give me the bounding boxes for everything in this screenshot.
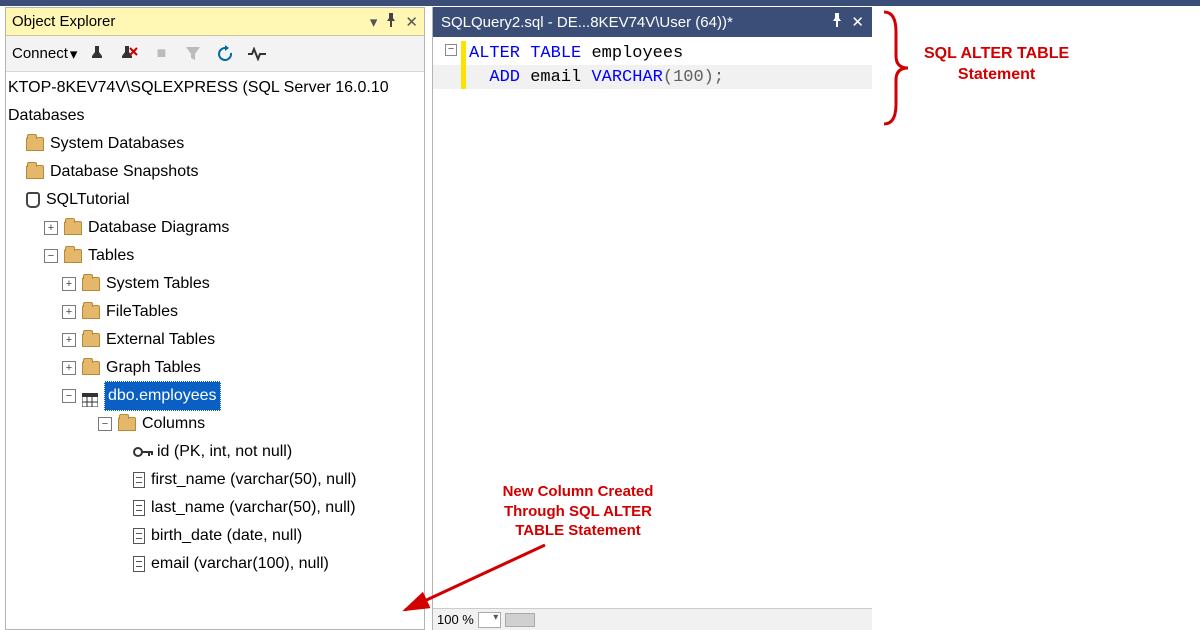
disconnect-icon[interactable] <box>117 46 141 62</box>
sqltutorial-db-node[interactable]: SQLTutorial <box>8 186 422 214</box>
column-icon <box>133 500 145 516</box>
database-snapshots-node[interactable]: Database Snapshots <box>8 158 422 186</box>
column-email-node[interactable]: email (varchar(100), null) <box>8 550 422 578</box>
filetables-node[interactable]: + FileTables <box>8 298 422 326</box>
collapse-icon[interactable]: − <box>44 249 58 263</box>
columns-node[interactable]: − Columns <box>8 410 422 438</box>
code-line-1[interactable]: ALTER TABLE employees <box>433 41 872 65</box>
horizontal-scroll-thumb[interactable] <box>505 613 535 627</box>
server-node[interactable]: KTOP-8KEV74V\SQLEXPRESS (SQL Server 16.0… <box>8 74 422 102</box>
annotation-alter-table: SQL ALTER TABLE Statement <box>924 44 1069 86</box>
column-last-name-node[interactable]: last_name (varchar(50), null) <box>8 494 422 522</box>
object-explorer-toolbar: Connect▾ ■ <box>6 36 424 72</box>
annotation-new-column: New Column Created Through SQL ALTER TAB… <box>478 482 678 541</box>
zoom-level: 100 % <box>437 612 474 627</box>
connect-button[interactable]: Connect▾ <box>12 45 77 63</box>
code-line-2[interactable]: ADD email VARCHAR(100); <box>433 65 872 89</box>
key-icon <box>133 445 153 459</box>
collapse-icon[interactable]: − <box>62 389 76 403</box>
folder-icon <box>64 221 82 235</box>
folder-icon <box>82 277 100 291</box>
table-icon <box>82 389 98 403</box>
filter-icon[interactable] <box>181 47 205 61</box>
databases-node[interactable]: Databases <box>8 102 422 130</box>
expand-icon[interactable]: + <box>44 221 58 235</box>
folder-icon <box>82 361 100 375</box>
column-id-node[interactable]: id (PK, int, not null) <box>8 438 422 466</box>
annotation-brace <box>878 8 914 128</box>
folder-icon <box>26 137 44 151</box>
system-tables-node[interactable]: + System Tables <box>8 270 422 298</box>
folder-icon <box>26 165 44 179</box>
editor-status-bar: 100 % <box>433 608 872 630</box>
tables-node[interactable]: − Tables <box>8 242 422 270</box>
database-diagrams-node[interactable]: + Database Diagrams <box>8 214 422 242</box>
editor-tab[interactable]: SQLQuery2.sql - DE...8KEV74V\User (64))*… <box>433 7 872 37</box>
column-birth-date-node[interactable]: birth_date (date, null) <box>8 522 422 550</box>
object-explorer-panel: Object Explorer ▾ ✕ Connect▾ ■ <box>5 7 425 630</box>
folder-icon <box>118 417 136 431</box>
collapse-icon[interactable]: − <box>98 417 112 431</box>
dropdown-icon[interactable]: ▾ <box>370 13 378 31</box>
expand-icon[interactable]: + <box>62 277 76 291</box>
expand-icon[interactable]: + <box>62 361 76 375</box>
stop-icon[interactable]: ■ <box>149 45 173 63</box>
expand-icon[interactable]: + <box>62 305 76 319</box>
pin-icon[interactable] <box>385 13 397 31</box>
dbo-employees-node[interactable]: − dbo.employees <box>8 382 422 410</box>
database-icon <box>26 192 40 208</box>
connect-icon[interactable] <box>85 46 109 62</box>
editor-tab-title: SQLQuery2.sql - DE...8KEV74V\User (64))* <box>441 14 823 31</box>
zoom-select[interactable] <box>478 612 501 628</box>
folder-icon <box>64 249 82 263</box>
folder-icon <box>82 305 100 319</box>
close-icon[interactable]: ✕ <box>405 13 418 31</box>
expand-icon[interactable]: + <box>62 333 76 347</box>
column-icon <box>133 528 145 544</box>
external-tables-node[interactable]: + External Tables <box>8 326 422 354</box>
column-icon <box>133 556 145 572</box>
dbo-employees-label[interactable]: dbo.employees <box>104 381 221 411</box>
graph-tables-node[interactable]: + Graph Tables <box>8 354 422 382</box>
activity-icon[interactable] <box>245 47 269 61</box>
close-tab-icon[interactable]: ✕ <box>851 13 864 31</box>
column-icon <box>133 472 145 488</box>
system-databases-node[interactable]: System Databases <box>8 130 422 158</box>
column-first-name-node[interactable]: first_name (varchar(50), null) <box>8 466 422 494</box>
object-explorer-header: Object Explorer ▾ ✕ <box>6 8 424 36</box>
object-explorer-title: Object Explorer <box>12 13 364 30</box>
refresh-icon[interactable] <box>213 45 237 63</box>
object-explorer-tree[interactable]: KTOP-8KEV74V\SQLEXPRESS (SQL Server 16.0… <box>6 72 424 629</box>
folder-icon <box>82 333 100 347</box>
keep-open-icon[interactable] <box>831 13 843 31</box>
